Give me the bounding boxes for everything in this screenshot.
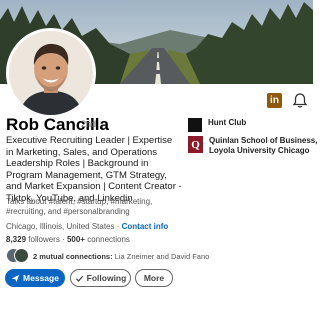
send-icon (11, 274, 20, 282)
connections-label[interactable]: connections (87, 235, 130, 244)
company-name: Hunt Club (208, 118, 247, 127)
following-label: Following (86, 273, 127, 283)
more-label: More (143, 273, 165, 283)
contact-info-link[interactable]: Contact info (122, 222, 169, 231)
location-separator: · (114, 222, 122, 231)
followers-count: 8,329 (6, 235, 27, 244)
location-row: Chicago, Illinois, United States · Conta… (6, 222, 168, 231)
checkmark-icon (75, 275, 83, 282)
mutual-names: Lia Zneimer and David Fano (114, 251, 210, 261)
followers-label: followers (28, 235, 60, 244)
quinlan-logo: Q (188, 136, 203, 153)
current-company[interactable]: Hunt Club (188, 118, 246, 132)
mutual-avatar (14, 248, 29, 263)
followers-row: 8,329 followers · 500+ connections (6, 235, 130, 244)
mutual-avatars (6, 248, 30, 264)
profile-hashtags: Talks about #talent, #startup, #marketin… (6, 197, 153, 216)
profile-avatar[interactable] (6, 28, 96, 118)
mutual-count: 2 mutual connections: (33, 251, 113, 261)
mutual-connections[interactable]: 2 mutual connections: Lia Zneimer and Da… (6, 247, 209, 265)
message-button[interactable]: Message (5, 269, 65, 287)
bell-icon[interactable] (292, 92, 308, 109)
profile-headline: Executive Recruiting Leader | Expertise … (6, 135, 182, 204)
school-name: Quinlan School of Business, Loyola Unive… (209, 136, 318, 155)
mutual-connections-text: 2 mutual connections: Lia Zneimer and Da… (33, 252, 209, 261)
hunt-club-logo (188, 118, 202, 132)
connections-separator: · (59, 235, 67, 244)
profile-card: in Rob Cancilla 2nd Executive Recruiting… (0, 0, 317, 313)
education-school[interactable]: Q Quinlan School of Business, Loyola Uni… (188, 136, 319, 156)
more-button[interactable]: More (135, 269, 173, 287)
message-label: Message (23, 273, 59, 283)
following-button[interactable]: Following (70, 269, 131, 287)
connection-degree: 2nd (81, 119, 97, 129)
linkedin-badge-icon[interactable]: in (267, 93, 282, 108)
profile-location: Chicago, Illinois, United States (6, 222, 115, 231)
connections-count[interactable]: 500+ (67, 235, 85, 244)
